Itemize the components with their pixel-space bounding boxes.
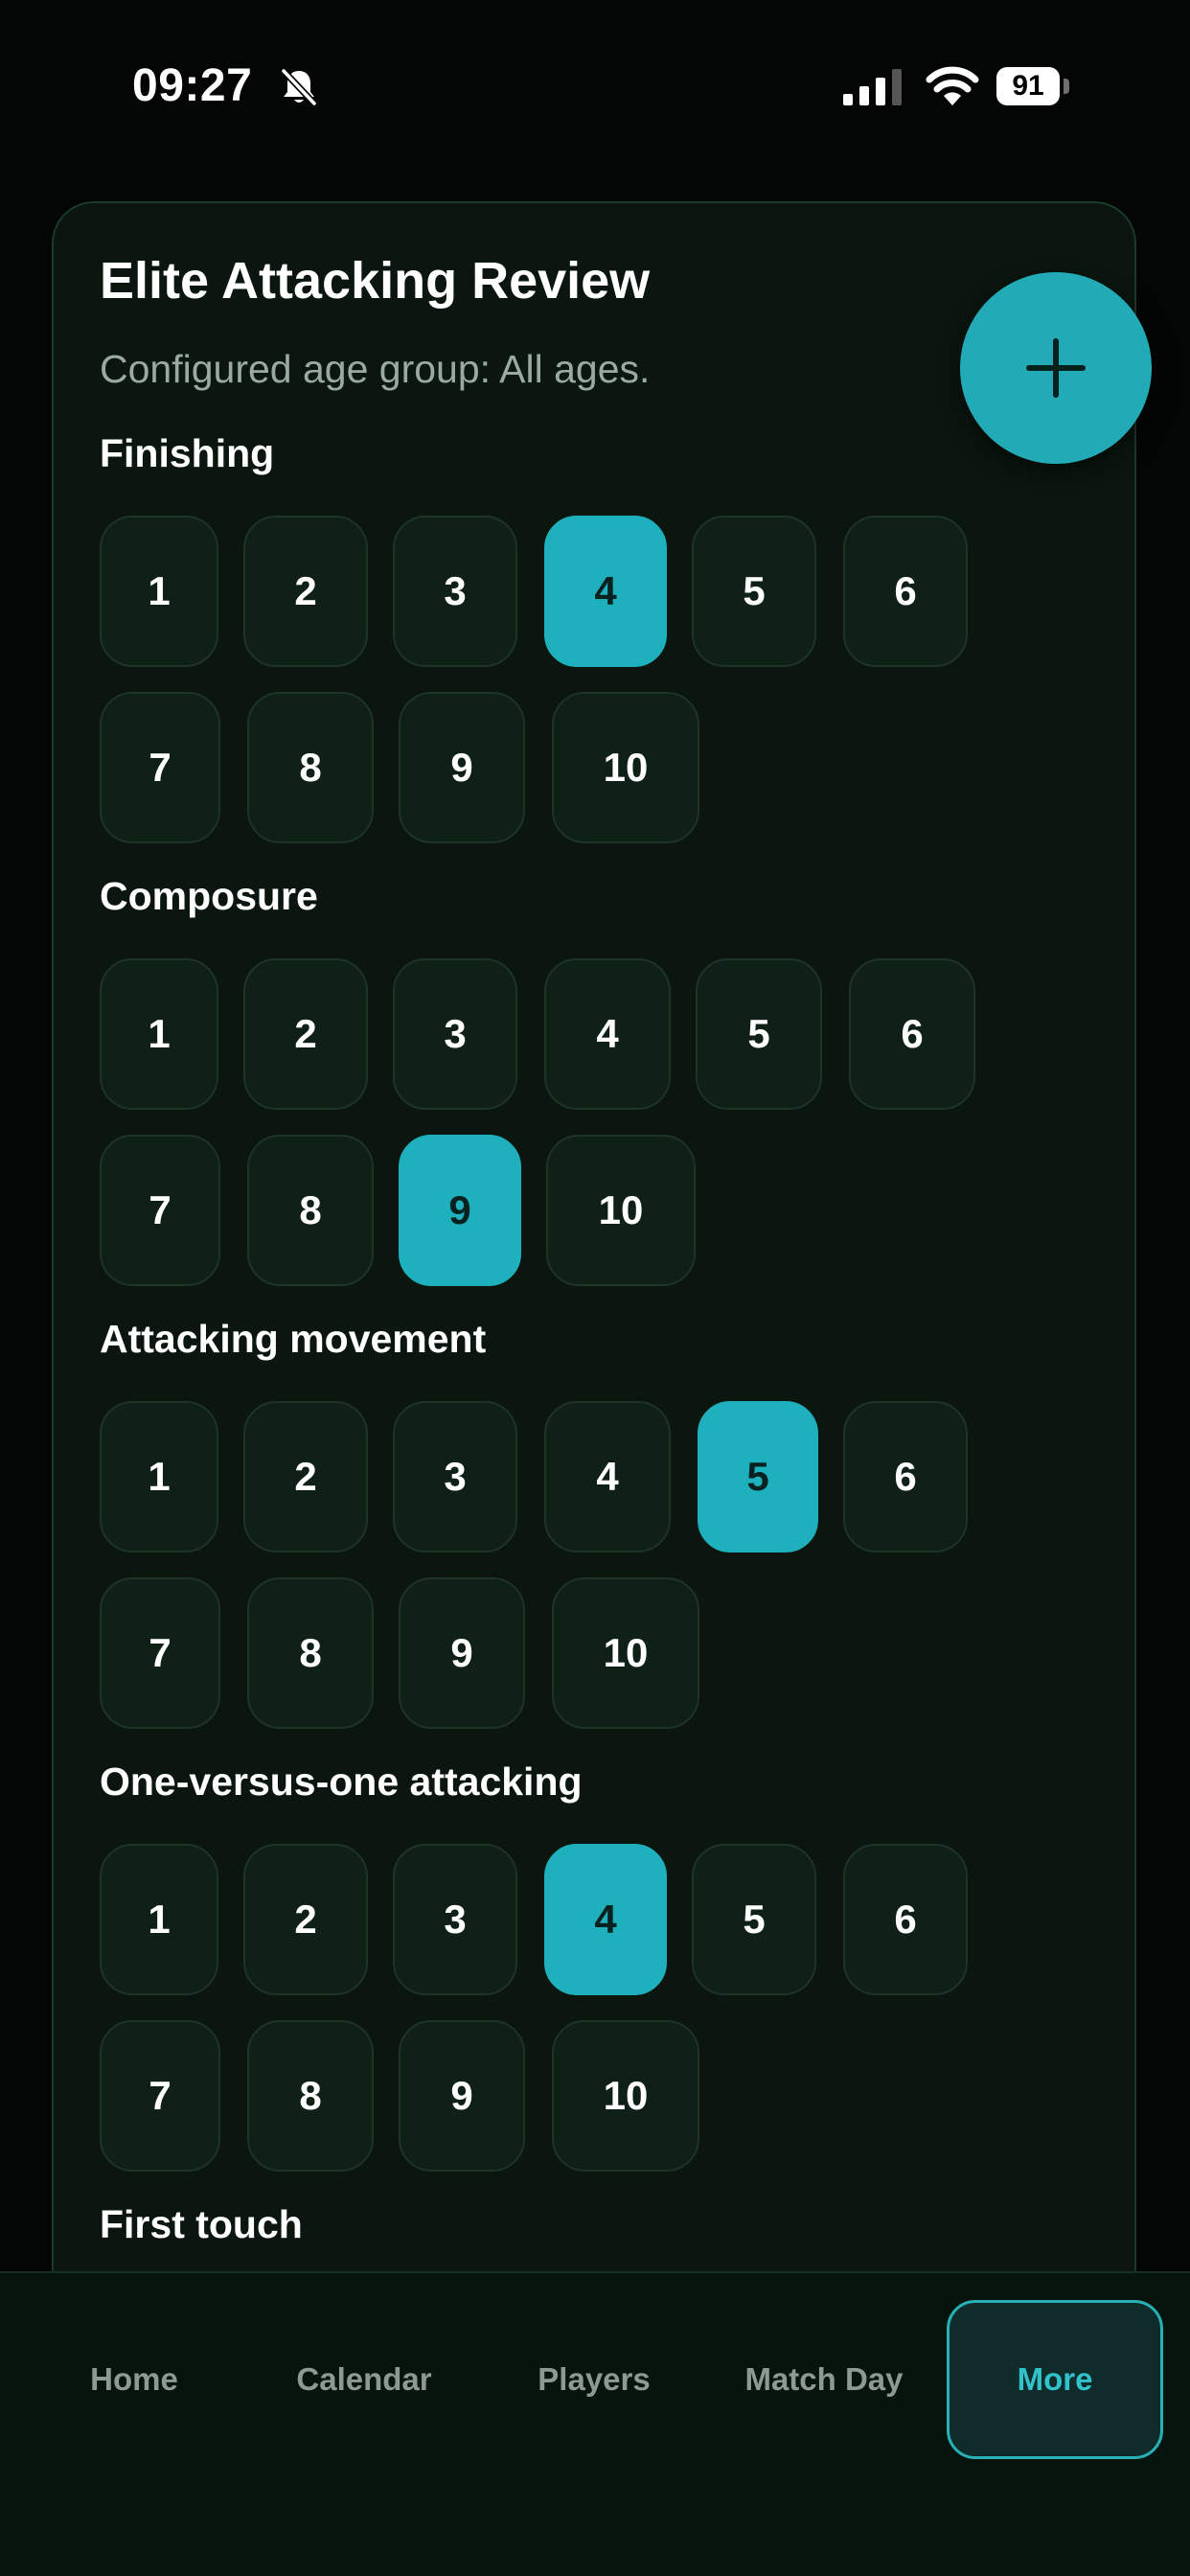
category-label-one-versus-one: One-versus-one attacking: [100, 1760, 583, 1804]
rating-button-finishing-9[interactable]: 9: [399, 692, 525, 843]
rating-button-finishing-6[interactable]: 6: [843, 516, 968, 667]
category-label-finishing: Finishing: [100, 431, 275, 475]
rating-button-finishing-3[interactable]: 3: [393, 516, 517, 667]
rating-button-attacking-movement-7[interactable]: 7: [100, 1577, 220, 1729]
rating-button-attacking-movement-2[interactable]: 2: [243, 1401, 368, 1552]
category-label-attacking-movement: Attacking movement: [100, 1317, 487, 1361]
bell-off-icon: [281, 68, 317, 106]
rating-button-composure-9[interactable]: 9: [399, 1135, 521, 1286]
rating-button-composure-2[interactable]: 2: [243, 958, 368, 1110]
battery-indicator: 91: [996, 67, 1060, 105]
rating-button-one-versus-one-4[interactable]: 4: [544, 1844, 667, 1995]
rating-button-attacking-movement-10[interactable]: 10: [552, 1577, 699, 1729]
rating-button-one-versus-one-7[interactable]: 7: [100, 2020, 220, 2172]
rating-button-one-versus-one-6[interactable]: 6: [843, 1844, 968, 1995]
rating-button-composure-3[interactable]: 3: [393, 958, 517, 1110]
rating-button-one-versus-one-9[interactable]: 9: [399, 2020, 525, 2172]
rating-button-attacking-movement-4[interactable]: 4: [544, 1401, 671, 1552]
rating-button-one-versus-one-8[interactable]: 8: [247, 2020, 374, 2172]
rating-button-attacking-movement-6[interactable]: 6: [843, 1401, 968, 1552]
nav-item-players[interactable]: Players: [498, 2300, 690, 2459]
rating-button-finishing-5[interactable]: 5: [692, 516, 816, 667]
wifi-icon: [926, 66, 979, 105]
rating-button-attacking-movement-1[interactable]: 1: [100, 1401, 218, 1552]
rating-button-composure-7[interactable]: 7: [100, 1135, 220, 1286]
category-label-composure: Composure: [100, 874, 318, 918]
rating-button-attacking-movement-9[interactable]: 9: [399, 1577, 525, 1729]
nav-item-calendar[interactable]: Calendar: [268, 2300, 460, 2459]
rating-button-finishing-10[interactable]: 10: [552, 692, 699, 843]
status-time: 09:27: [132, 60, 253, 111]
rating-button-finishing-2[interactable]: 2: [243, 516, 368, 667]
cellular-signal-icon: [843, 69, 902, 105]
category-label-first-touch: First touch: [100, 2202, 303, 2246]
rating-button-composure-8[interactable]: 8: [247, 1135, 374, 1286]
rating-button-composure-10[interactable]: 10: [546, 1135, 696, 1286]
nav-item-more[interactable]: More: [947, 2300, 1163, 2459]
rating-button-composure-1[interactable]: 1: [100, 958, 218, 1110]
rating-button-finishing-7[interactable]: 7: [100, 692, 220, 843]
rating-button-attacking-movement-8[interactable]: 8: [247, 1577, 374, 1729]
rating-button-finishing-8[interactable]: 8: [247, 692, 374, 843]
rating-button-composure-4[interactable]: 4: [544, 958, 671, 1110]
nav-item-match-day[interactable]: Match Day: [724, 2300, 924, 2459]
add-button[interactable]: [960, 272, 1152, 464]
review-title: Elite Attacking Review: [100, 252, 651, 310]
rating-button-attacking-movement-5[interactable]: 5: [698, 1401, 818, 1552]
rating-button-composure-5[interactable]: 5: [696, 958, 822, 1110]
age-group-subtitle: Configured age group: All ages.: [100, 347, 651, 391]
rating-button-attacking-movement-3[interactable]: 3: [393, 1401, 517, 1552]
rating-button-finishing-1[interactable]: 1: [100, 516, 218, 667]
rating-button-finishing-4[interactable]: 4: [544, 516, 667, 667]
status-bar: 09:27 91: [0, 0, 1190, 172]
plus-icon: [1026, 338, 1086, 398]
rating-button-composure-6[interactable]: 6: [849, 958, 975, 1110]
rating-button-one-versus-one-10[interactable]: 10: [552, 2020, 699, 2172]
battery-cap: [1064, 79, 1069, 94]
rating-button-one-versus-one-2[interactable]: 2: [243, 1844, 368, 1995]
nav-item-home[interactable]: Home: [38, 2300, 230, 2459]
rating-button-one-versus-one-5[interactable]: 5: [692, 1844, 816, 1995]
rating-button-one-versus-one-1[interactable]: 1: [100, 1844, 218, 1995]
rating-button-one-versus-one-3[interactable]: 3: [393, 1844, 517, 1995]
